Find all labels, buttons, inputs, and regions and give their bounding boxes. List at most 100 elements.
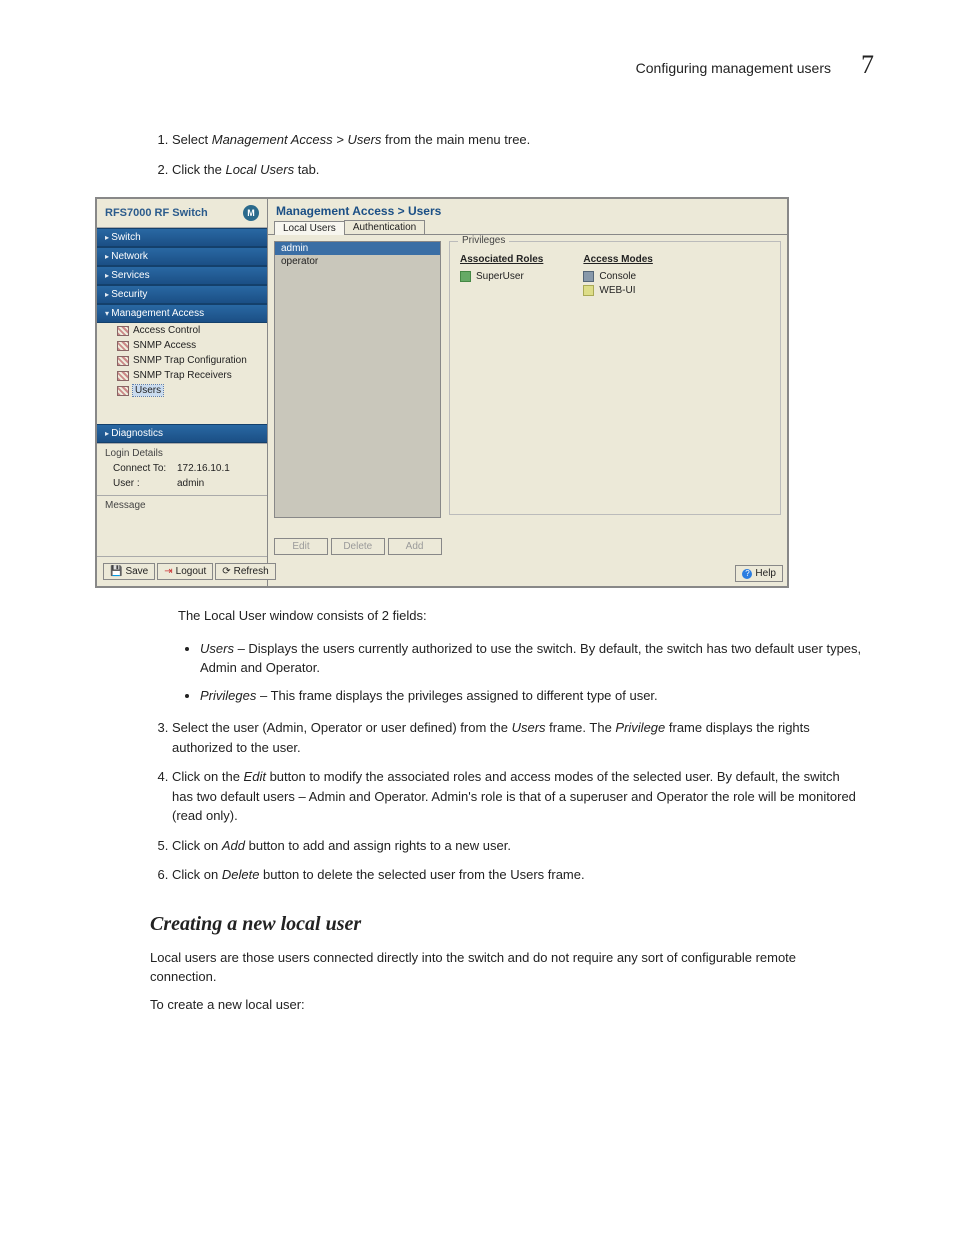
label: SNMP Trap Receivers (133, 370, 232, 381)
step-6: Click on Delete button to delete the sel… (172, 865, 864, 885)
step-list-cont: Select the user (Admin, Operator or user… (150, 718, 864, 885)
connect-to-value: 172.16.10.1 (177, 463, 230, 474)
users-list[interactable]: admin operator (274, 241, 441, 518)
text: Select (172, 132, 212, 147)
tab-authentication[interactable]: Authentication (344, 220, 425, 234)
access-modes-column: Access Modes Console WEB-UI (583, 254, 652, 299)
caption: The Local User window consists of 2 fiel… (178, 606, 864, 626)
term: Edit (244, 769, 266, 784)
mode-name: WEB-UI (599, 285, 635, 296)
label: Save (125, 566, 148, 577)
refresh-icon: ⟳ (222, 566, 230, 577)
step-list: Select Management Access > Users from th… (150, 130, 864, 179)
user-label: User : (113, 478, 171, 489)
save-button[interactable]: 💾Save (103, 563, 155, 580)
mode-icon (583, 285, 594, 296)
instructions-block: Select Management Access > Users from th… (150, 130, 864, 1014)
delete-button[interactable]: Delete (331, 538, 385, 555)
list-item[interactable]: operator (275, 255, 440, 268)
step-4: Click on the Edit button to modify the a… (172, 767, 864, 826)
nav-item-network[interactable]: Network (97, 247, 267, 266)
refresh-button[interactable]: ⟳ Refresh (215, 563, 275, 580)
folder-icon (117, 356, 129, 366)
associated-roles-column: Associated Roles SuperUser (460, 254, 543, 299)
mode-name: Console (599, 271, 636, 282)
connect-to-label: Connect To: (113, 463, 171, 474)
help-button[interactable]: ?Help (735, 565, 783, 582)
section-paragraph: To create a new local user: (150, 995, 864, 1015)
text: from the main menu tree. (381, 132, 530, 147)
tab-local-users[interactable]: Local Users (274, 221, 345, 235)
folder-icon (117, 371, 129, 381)
folder-icon (117, 341, 129, 351)
desc: – Displays the users currently authorize… (200, 641, 861, 676)
text: RF Switch (151, 207, 207, 219)
label: SNMP Access (133, 340, 196, 351)
text: button to add and assign rights to a new… (245, 838, 511, 853)
edit-button[interactable]: Edit (274, 538, 328, 555)
section-heading: Creating a new local user (150, 913, 864, 936)
bullet-users: Users – Displays the users currently aut… (200, 639, 864, 678)
nav-sub-users[interactable]: Users (97, 383, 267, 398)
text: Select the user (Admin, Operator or user… (172, 720, 512, 735)
associated-roles-header: Associated Roles (460, 254, 543, 265)
nav-item-security[interactable]: Security (97, 285, 267, 304)
logout-button[interactable]: ⇥ Logout (157, 563, 213, 580)
nav-item-switch[interactable]: Switch (97, 228, 267, 247)
bullet-privileges: Privileges – This frame displays the pri… (200, 686, 864, 706)
nav-item-management-access[interactable]: Management Access (97, 304, 267, 323)
disk-icon: 💾 (110, 566, 122, 577)
message-label: Message (105, 500, 259, 511)
label: Users (133, 385, 163, 396)
text: tab. (294, 162, 319, 177)
product-title: RFS7000 RF Switch (105, 207, 208, 219)
label: Access Control (133, 325, 200, 336)
text: frame. The (546, 720, 616, 735)
content-pane: Management Access > Users Local UsersAut… (268, 199, 787, 586)
list-item[interactable]: admin (275, 242, 440, 255)
label: SNMP Trap Configuration (133, 355, 247, 366)
nav-sub-snmp-trap-receivers[interactable]: SNMP Trap Receivers (97, 368, 267, 383)
text: button to modify the associated roles an… (172, 769, 856, 823)
folder-icon (117, 326, 129, 336)
term: Privilege (615, 720, 665, 735)
page-header-number: 7 (861, 50, 874, 80)
label: Logout (176, 566, 207, 577)
privileges-label: Privileges (458, 235, 509, 246)
logout-icon: ⇥ (164, 566, 172, 577)
term: Privileges (200, 688, 256, 703)
mode-icon (583, 271, 594, 282)
tab-bar: Local UsersAuthentication (268, 220, 787, 234)
page-header-title: Configuring management users (636, 60, 831, 76)
step-5: Click on Add button to add and assign ri… (172, 836, 864, 856)
nav-tree: Switch Network Services Security Managem… (97, 228, 267, 443)
text: Click the (172, 162, 225, 177)
login-details-box: Login Details Connect To:172.16.10.1 Use… (97, 443, 267, 495)
text: button to delete the selected user from … (259, 867, 584, 882)
tab-name: Local Users (225, 162, 294, 177)
term: Add (222, 838, 245, 853)
sidebar-title-row: RFS7000 RF Switch M (97, 199, 267, 228)
role-icon (460, 271, 471, 282)
breadcrumb: Management Access > Users (268, 199, 787, 220)
nav-item-diagnostics[interactable]: Diagnostics (97, 424, 267, 443)
step-3: Select the user (Admin, Operator or user… (172, 718, 864, 757)
label: Refresh (234, 566, 269, 577)
text: Click on (172, 867, 222, 882)
label: Help (755, 568, 776, 579)
help-row: ?Help (268, 561, 787, 586)
page-header: Configuring management users 7 (80, 50, 874, 80)
nav-item-services[interactable]: Services (97, 266, 267, 285)
term: Delete (222, 867, 260, 882)
nav-sub-access-control[interactable]: Access Control (97, 323, 267, 338)
text: Click on the (172, 769, 244, 784)
access-modes-header: Access Modes (583, 254, 652, 265)
step-1: Select Management Access > Users from th… (172, 130, 864, 150)
sidebar: RFS7000 RF Switch M Switch Network Servi… (97, 199, 268, 586)
add-button[interactable]: Add (388, 538, 442, 555)
text: RFS (105, 207, 127, 219)
nav-sub-snmp-trap-config[interactable]: SNMP Trap Configuration (97, 353, 267, 368)
nav-sub-snmp-access[interactable]: SNMP Access (97, 338, 267, 353)
role-name: SuperUser (476, 271, 524, 282)
app-window: RFS7000 RF Switch M Switch Network Servi… (95, 197, 789, 588)
